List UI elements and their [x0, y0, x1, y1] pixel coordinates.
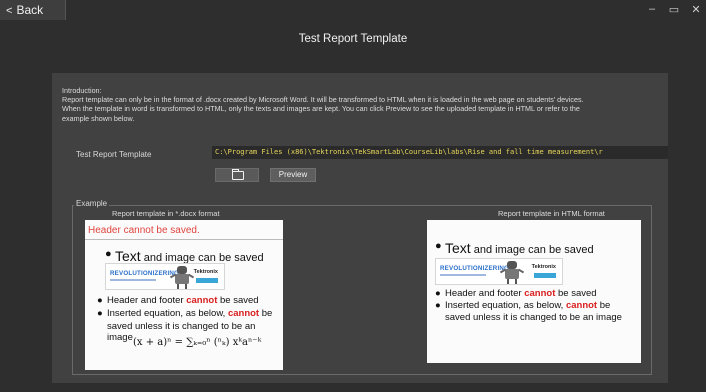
html-caption: Report template in HTML format [498, 209, 605, 218]
template-label: Test Report Template [76, 150, 152, 159]
page-title: Test Report Template [298, 33, 408, 45]
html-bullet-text: ● Text and image can be saved [435, 240, 594, 256]
html-bullet-equation-line2: saved unless it is changed to be an imag… [445, 312, 622, 323]
header-warning: Header cannot be saved. [88, 225, 200, 236]
restore-button[interactable]: ▭ [668, 3, 680, 16]
docx-logo-image: REVOLUTIONIZERING Tektronix [105, 263, 225, 290]
docx-bullet-header-footer: ● Header and footer cannot be saved [97, 295, 259, 306]
robot-icon [499, 260, 525, 285]
browse-button[interactable] [215, 168, 259, 182]
brand-text: Tektronix [193, 269, 218, 275]
minimize-button[interactable]: – [646, 3, 658, 16]
docx-caption: Report template in *.docx format [112, 209, 220, 218]
preview-button[interactable]: Preview [270, 168, 316, 182]
intro-heading: Introduction: [62, 86, 102, 95]
html-bullet-equation: ● Inserted equation, as below, cannot be [435, 300, 611, 311]
example-legend: Example [74, 199, 110, 208]
intro-line-3: example shown below. [62, 113, 135, 123]
brand-text: Tektronix [531, 264, 556, 270]
docx-bullet-text: ● Text and image can be saved [105, 248, 264, 264]
html-bullet-header-footer: ● Header and footer cannot be saved [435, 288, 597, 299]
title-bar: < Back – ▭ ✕ [0, 0, 706, 20]
introduction-text: Introduction: Report template can only b… [62, 86, 662, 123]
content-panel: Introduction: Report template can only b… [52, 73, 668, 383]
docx-example-image: Header cannot be saved. ● Text and image … [85, 220, 283, 370]
window-controls: – ▭ ✕ [646, 3, 702, 16]
intro-line-1: Report template can only be in the forma… [62, 95, 584, 105]
chevron-left-icon: < [6, 5, 13, 17]
back-label: Back [16, 3, 44, 17]
robot-icon [169, 265, 195, 290]
header-divider [85, 239, 283, 240]
close-button[interactable]: ✕ [690, 3, 702, 16]
html-logo-image: REVOLUTIONIZERING Tektronix [435, 258, 563, 285]
back-button[interactable]: < Back [0, 0, 66, 20]
template-path-field[interactable]: C:\Program Files (x86)\Tektronix\TekSmar… [212, 146, 668, 159]
binomial-equation: (x + a)ⁿ = ∑ₖ₌₀ⁿ (ⁿₖ) xᵏaⁿ⁻ᵏ [133, 337, 262, 348]
folder-icon [232, 169, 244, 180]
html-example-image: ● Text and image can be saved REVOLUTIONI… [427, 220, 641, 363]
docx-bullet-equation: ● Inserted equation, as below, cannot be [97, 308, 273, 319]
intro-line-2: When the template in word is transformed… [62, 104, 580, 114]
